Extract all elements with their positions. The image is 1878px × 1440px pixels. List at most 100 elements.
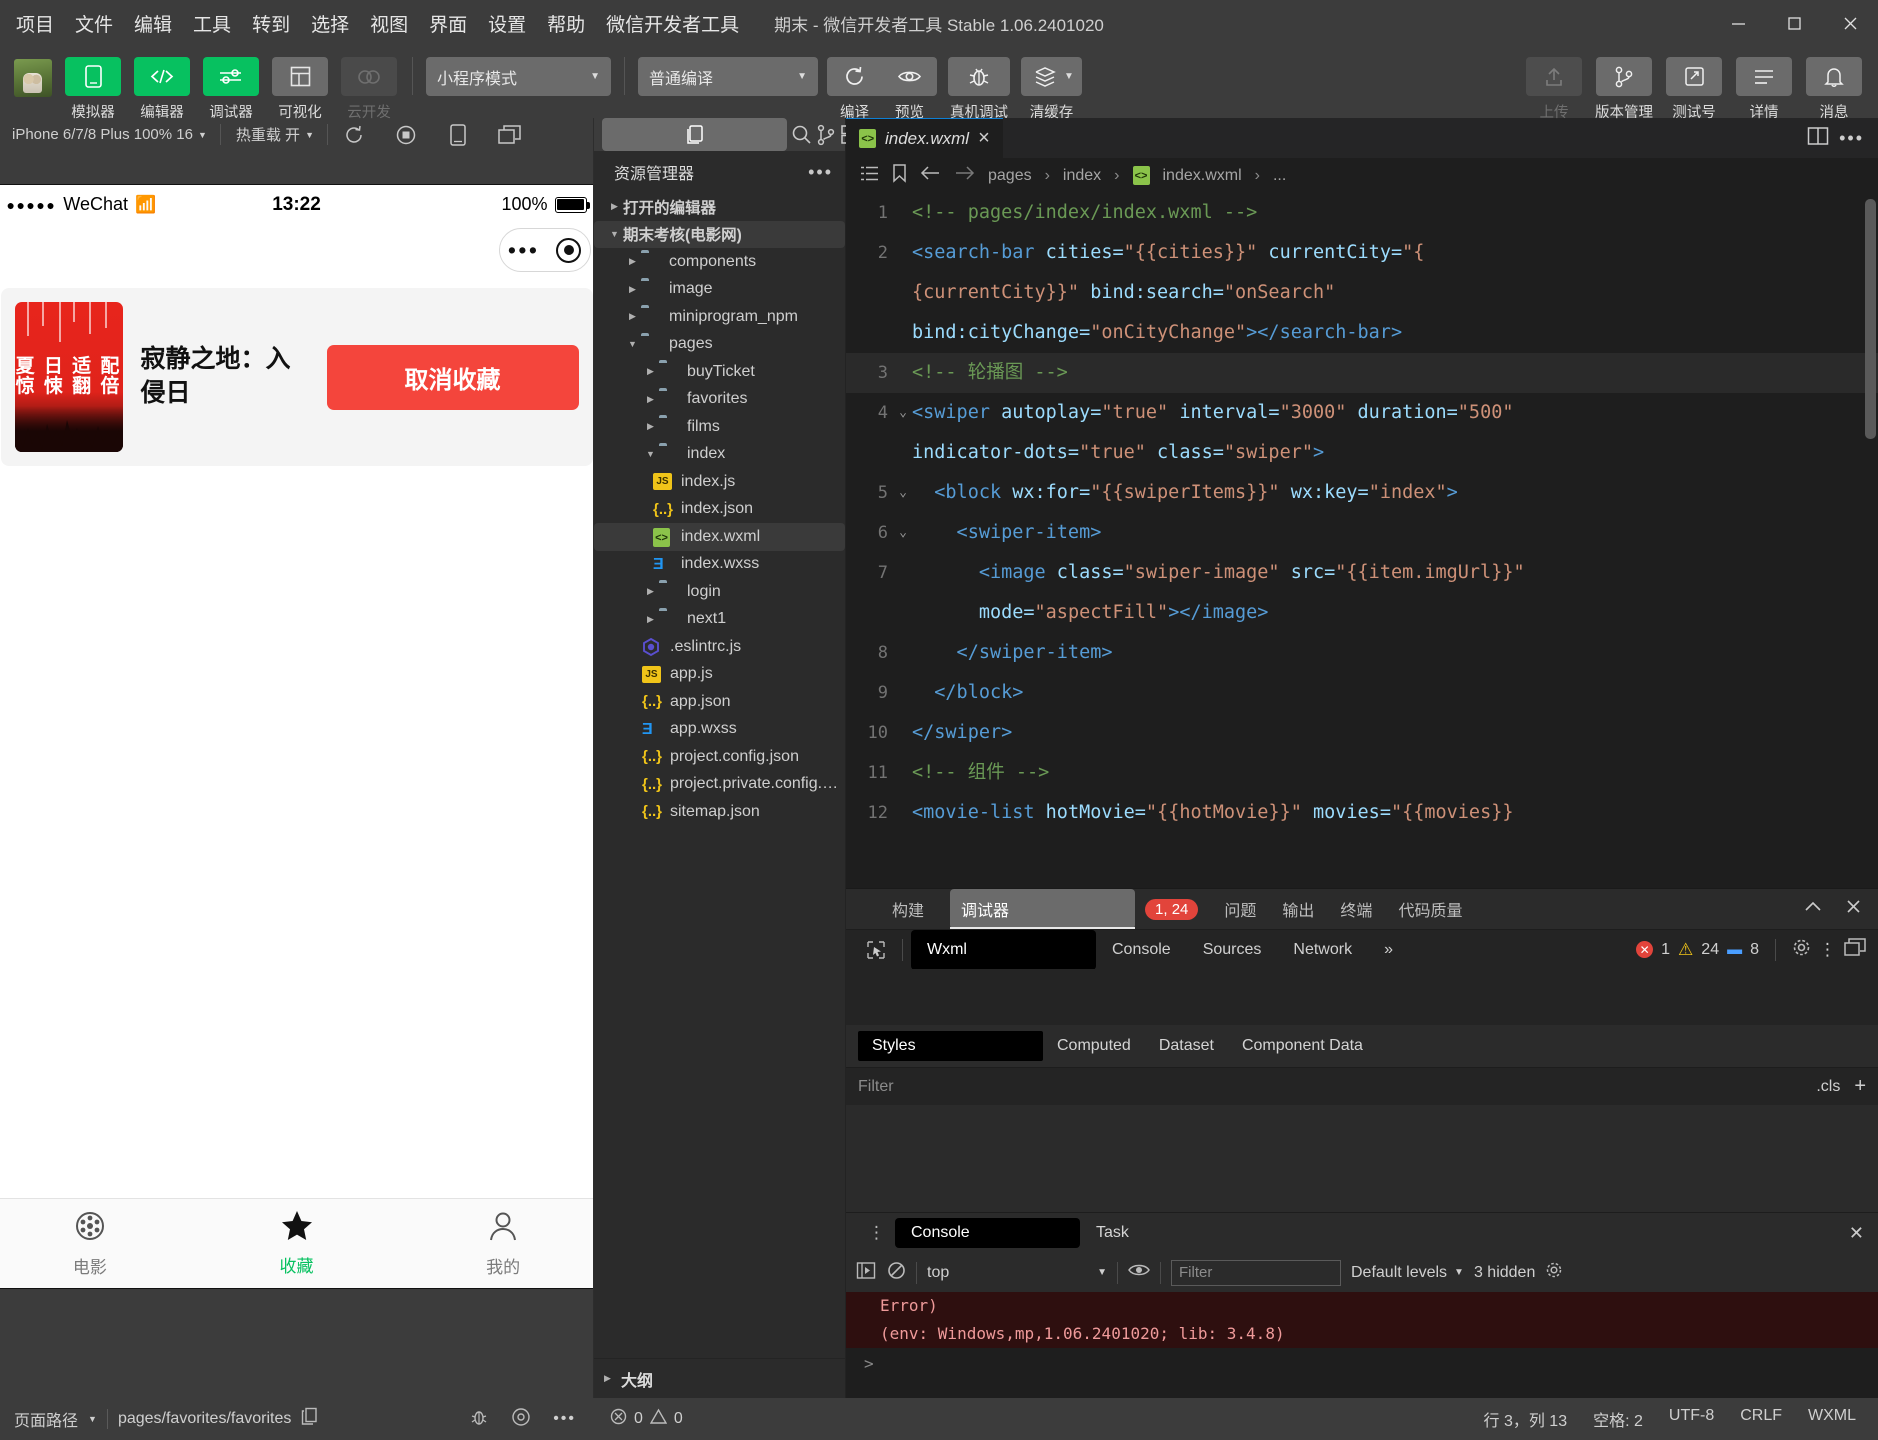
details-button[interactable]: 详情 (1734, 57, 1794, 122)
menu-item-help[interactable]: 帮助 (547, 10, 585, 37)
page-path-label[interactable]: 页面路径 (14, 1407, 78, 1431)
search-icon[interactable] (791, 118, 812, 151)
editor-tab-index-wxml[interactable]: <> index.wxml × (846, 118, 1003, 158)
fold-toggle-icon[interactable]: ⌄ (894, 473, 912, 513)
outline-icon[interactable] (860, 165, 879, 187)
close-icon[interactable]: ✕ (1849, 1223, 1878, 1244)
tab-problems[interactable]: 问题 (1224, 889, 1256, 929)
execute-icon[interactable] (856, 1261, 877, 1285)
window-icon[interactable] (484, 118, 536, 151)
menu-item-view[interactable]: 视图 (370, 10, 408, 37)
compile-select[interactable]: 普通编译 ▼ (638, 57, 818, 96)
devtools-tab-more[interactable]: » (1368, 930, 1409, 970)
source-control-icon[interactable] (816, 118, 836, 151)
encoding[interactable]: UTF-8 (1669, 1407, 1714, 1431)
fold-toggle-icon[interactable]: ⌄ (894, 513, 912, 553)
tab-favorites[interactable]: 收藏 (193, 1199, 400, 1288)
menu-item-tools[interactable]: 工具 (193, 10, 231, 37)
kebab-menu-icon[interactable]: ⋮ (858, 1224, 895, 1242)
styles-tab-styles[interactable]: Styles (858, 1031, 1043, 1061)
tree-item-index-js[interactable]: JS index.js (594, 468, 845, 496)
cursor-position[interactable]: 行 3，列 13 (1484, 1407, 1568, 1431)
console-context-select[interactable]: top ▼ (927, 1264, 1107, 1282)
language-mode[interactable]: WXML (1808, 1407, 1856, 1431)
split-editor-icon[interactable] (1807, 126, 1829, 150)
tab-terminal[interactable]: 终端 (1340, 889, 1372, 929)
styles-tab-dataset[interactable]: Dataset (1145, 1031, 1228, 1061)
more-icon[interactable]: ••• (508, 238, 540, 262)
fold-toggle-icon[interactable]: ⌄ (894, 393, 912, 433)
close-icon[interactable] (1822, 0, 1878, 47)
upload-button[interactable]: 上传 (1524, 57, 1584, 122)
code-area[interactable]: 1 <!-- pages/index/index.wxml --> 2 <search… (846, 193, 1878, 888)
breadcrumb-more[interactable]: ... (1273, 167, 1286, 185)
tree-item-project-config[interactable]: {..} project.config.json (594, 743, 845, 771)
styles-filter-input[interactable]: Filter (858, 1078, 894, 1096)
devtools-tab-sources[interactable]: Sources (1187, 930, 1278, 970)
console-tab-task[interactable]: Task (1080, 1218, 1145, 1248)
tree-item-app-js[interactable]: JS app.js (594, 661, 845, 689)
dock-icon[interactable] (1844, 938, 1866, 961)
tree-item-buyticket[interactable]: buyTicket (594, 358, 845, 386)
problem-counts[interactable]: 0 0 (594, 1408, 683, 1430)
tab-films[interactable]: 电影 (0, 1199, 193, 1288)
menu-item-settings[interactable]: 设置 (488, 10, 526, 37)
devtools-tab-console[interactable]: Console (1096, 930, 1187, 970)
action-compile[interactable]: 编译 (827, 57, 882, 122)
indent-setting[interactable]: 空格: 2 (1593, 1407, 1643, 1431)
files-icon[interactable] (602, 118, 787, 151)
action-preview[interactable]: 预览 (882, 57, 937, 122)
eol-setting[interactable]: CRLF (1740, 1407, 1782, 1431)
test-account-button[interactable]: 测试号 (1664, 57, 1724, 122)
breadcrumb-index[interactable]: index (1063, 167, 1101, 185)
forward-arrow-icon[interactable] (954, 165, 975, 186)
tree-item-index-wxml[interactable]: <> index.wxml (594, 523, 845, 551)
menu-item-devtools[interactable]: 微信开发者工具 (606, 10, 739, 37)
more-icon[interactable]: ••• (808, 162, 833, 183)
devtools-tab-network[interactable]: Network (1277, 930, 1368, 970)
target-icon[interactable] (556, 237, 582, 263)
devtools-tab-wxml[interactable]: Wxml (911, 929, 1096, 970)
console-tab-console[interactable]: Console (895, 1218, 1080, 1248)
tab-code-quality[interactable]: 代码质量 (1398, 889, 1462, 929)
version-control-button[interactable]: 版本管理 (1594, 57, 1654, 122)
device-icon[interactable] (432, 118, 484, 151)
menu-item-project[interactable]: 项目 (16, 10, 54, 37)
tree-item-pages[interactable]: pages (594, 331, 845, 359)
messages-button[interactable]: 消息 (1804, 57, 1864, 122)
mini-program-capsule[interactable]: ••• (498, 228, 591, 272)
tab-debugger[interactable]: 调试器 (950, 889, 1136, 929)
tree-item-miniprogram-npm[interactable]: miniprogram_npm (594, 303, 845, 331)
cls-button[interactable]: .cls (1816, 1078, 1840, 1096)
minimize-icon[interactable] (1710, 0, 1766, 47)
toggle-debugger[interactable]: 调试器 (201, 57, 261, 122)
more-icon[interactable]: ••• (553, 1410, 576, 1428)
tree-item-favorites[interactable]: favorites (594, 386, 845, 414)
tree-item-app-json[interactable]: {..} app.json (594, 688, 845, 716)
menu-item-file[interactable]: 文件 (75, 10, 113, 37)
action-clear-cache[interactable]: ▼ 清缓存 (1021, 57, 1082, 122)
copy-icon[interactable] (301, 1407, 318, 1431)
editor-scrollbar[interactable] (1865, 199, 1876, 439)
settings-gear-icon[interactable] (1792, 938, 1811, 962)
avatar[interactable] (14, 59, 52, 97)
styles-tab-computed[interactable]: Computed (1043, 1031, 1145, 1061)
tree-item-index-wxss[interactable]: Ǝ index.wxss (594, 551, 845, 579)
styles-tab-component-data[interactable]: Component Data (1228, 1031, 1377, 1061)
kebab-menu-icon[interactable]: ⋮ (1819, 941, 1836, 959)
tree-section-project[interactable]: 期末考核(电影网) (594, 220, 845, 248)
bug-icon[interactable] (469, 1406, 489, 1432)
hot-reload-select[interactable]: 热重载 开 ▼ (221, 124, 327, 145)
tree-item-project-private-config[interactable]: {..} project.private.config.js... (594, 771, 845, 799)
menu-item-goto[interactable]: 转到 (252, 10, 290, 37)
tree-item-components[interactable]: components (594, 248, 845, 276)
tree-item-app-wxss[interactable]: Ǝ app.wxss (594, 716, 845, 744)
tab-build[interactable]: 构建 (892, 889, 924, 929)
action-real-device-debug[interactable]: 真机调试 (948, 57, 1010, 122)
inspect-element-icon[interactable] (858, 940, 894, 960)
back-arrow-icon[interactable] (920, 165, 941, 186)
clear-console-icon[interactable] (887, 1261, 906, 1285)
tree-item-next1[interactable]: next1 (594, 606, 845, 634)
close-icon[interactable] (1845, 898, 1862, 920)
tree-section-open-editors[interactable]: 打开的编辑器 (594, 193, 845, 221)
